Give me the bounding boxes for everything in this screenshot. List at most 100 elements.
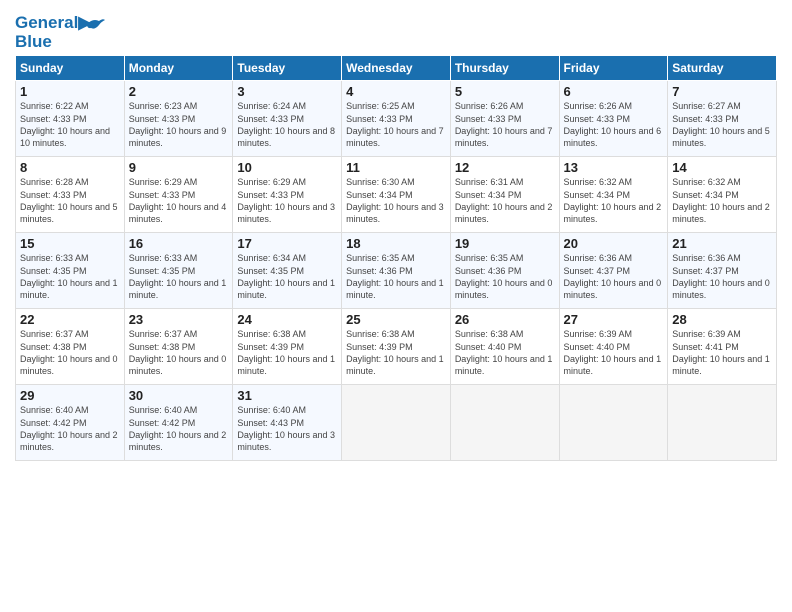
- calendar-cell: 1Sunrise: 6:22 AMSunset: 4:33 PMDaylight…: [16, 81, 125, 157]
- cell-info: Sunrise: 6:33 AMSunset: 4:35 PMDaylight:…: [20, 252, 120, 301]
- cell-info: Sunrise: 6:28 AMSunset: 4:33 PMDaylight:…: [20, 176, 120, 225]
- cell-info: Sunrise: 6:29 AMSunset: 4:33 PMDaylight:…: [129, 176, 229, 225]
- day-number: 26: [455, 312, 555, 327]
- day-number: 21: [672, 236, 772, 251]
- day-header-tuesday: Tuesday: [233, 56, 342, 81]
- day-header-thursday: Thursday: [450, 56, 559, 81]
- calendar-cell: 12Sunrise: 6:31 AMSunset: 4:34 PMDayligh…: [450, 157, 559, 233]
- calendar-cell: 20Sunrise: 6:36 AMSunset: 4:37 PMDayligh…: [559, 233, 668, 309]
- calendar-cell: 17Sunrise: 6:34 AMSunset: 4:35 PMDayligh…: [233, 233, 342, 309]
- cell-info: Sunrise: 6:35 AMSunset: 4:36 PMDaylight:…: [346, 252, 446, 301]
- calendar-cell: 7Sunrise: 6:27 AMSunset: 4:33 PMDaylight…: [668, 81, 777, 157]
- cell-info: Sunrise: 6:38 AMSunset: 4:39 PMDaylight:…: [237, 328, 337, 377]
- day-number: 11: [346, 160, 446, 175]
- calendar-cell: 11Sunrise: 6:30 AMSunset: 4:34 PMDayligh…: [342, 157, 451, 233]
- calendar-cell: 24Sunrise: 6:38 AMSunset: 4:39 PMDayligh…: [233, 309, 342, 385]
- day-number: 15: [20, 236, 120, 251]
- cell-info: Sunrise: 6:30 AMSunset: 4:34 PMDaylight:…: [346, 176, 446, 225]
- cell-info: Sunrise: 6:26 AMSunset: 4:33 PMDaylight:…: [564, 100, 664, 149]
- day-number: 13: [564, 160, 664, 175]
- calendar-cell: 9Sunrise: 6:29 AMSunset: 4:33 PMDaylight…: [124, 157, 233, 233]
- calendar-cell: 6Sunrise: 6:26 AMSunset: 4:33 PMDaylight…: [559, 81, 668, 157]
- day-header-wednesday: Wednesday: [342, 56, 451, 81]
- calendar-cell: 18Sunrise: 6:35 AMSunset: 4:36 PMDayligh…: [342, 233, 451, 309]
- calendar-cell: 19Sunrise: 6:35 AMSunset: 4:36 PMDayligh…: [450, 233, 559, 309]
- cell-info: Sunrise: 6:37 AMSunset: 4:38 PMDaylight:…: [20, 328, 120, 377]
- calendar-cell: 21Sunrise: 6:36 AMSunset: 4:37 PMDayligh…: [668, 233, 777, 309]
- cell-info: Sunrise: 6:40 AMSunset: 4:43 PMDaylight:…: [237, 404, 337, 453]
- cell-info: Sunrise: 6:36 AMSunset: 4:37 PMDaylight:…: [564, 252, 664, 301]
- calendar-cell: 29Sunrise: 6:40 AMSunset: 4:42 PMDayligh…: [16, 385, 125, 461]
- cell-info: Sunrise: 6:31 AMSunset: 4:34 PMDaylight:…: [455, 176, 555, 225]
- calendar-cell: [450, 385, 559, 461]
- calendar-cell: 5Sunrise: 6:26 AMSunset: 4:33 PMDaylight…: [450, 81, 559, 157]
- calendar-cell: [342, 385, 451, 461]
- day-number: 18: [346, 236, 446, 251]
- calendar-cell: 13Sunrise: 6:32 AMSunset: 4:34 PMDayligh…: [559, 157, 668, 233]
- calendar-week-5: 29Sunrise: 6:40 AMSunset: 4:42 PMDayligh…: [16, 385, 777, 461]
- logo-line1: General▶: [15, 14, 105, 33]
- calendar-cell: 27Sunrise: 6:39 AMSunset: 4:40 PMDayligh…: [559, 309, 668, 385]
- day-number: 20: [564, 236, 664, 251]
- cell-info: Sunrise: 6:24 AMSunset: 4:33 PMDaylight:…: [237, 100, 337, 149]
- calendar-cell: 4Sunrise: 6:25 AMSunset: 4:33 PMDaylight…: [342, 81, 451, 157]
- cell-info: Sunrise: 6:34 AMSunset: 4:35 PMDaylight:…: [237, 252, 337, 301]
- day-number: 8: [20, 160, 120, 175]
- calendar-cell: 15Sunrise: 6:33 AMSunset: 4:35 PMDayligh…: [16, 233, 125, 309]
- calendar-cell: 26Sunrise: 6:38 AMSunset: 4:40 PMDayligh…: [450, 309, 559, 385]
- day-number: 3: [237, 84, 337, 99]
- calendar-cell: 30Sunrise: 6:40 AMSunset: 4:42 PMDayligh…: [124, 385, 233, 461]
- cell-info: Sunrise: 6:36 AMSunset: 4:37 PMDaylight:…: [672, 252, 772, 301]
- day-number: 9: [129, 160, 229, 175]
- logo: General▶ Blue: [15, 14, 105, 51]
- day-header-monday: Monday: [124, 56, 233, 81]
- logo-line2: Blue: [15, 33, 105, 52]
- day-header-sunday: Sunday: [16, 56, 125, 81]
- cell-info: Sunrise: 6:38 AMSunset: 4:39 PMDaylight:…: [346, 328, 446, 377]
- calendar-cell: 16Sunrise: 6:33 AMSunset: 4:35 PMDayligh…: [124, 233, 233, 309]
- cell-info: Sunrise: 6:35 AMSunset: 4:36 PMDaylight:…: [455, 252, 555, 301]
- day-number: 25: [346, 312, 446, 327]
- cell-info: Sunrise: 6:22 AMSunset: 4:33 PMDaylight:…: [20, 100, 120, 149]
- calendar-cell: 22Sunrise: 6:37 AMSunset: 4:38 PMDayligh…: [16, 309, 125, 385]
- calendar-cell: 2Sunrise: 6:23 AMSunset: 4:33 PMDaylight…: [124, 81, 233, 157]
- day-number: 17: [237, 236, 337, 251]
- cell-info: Sunrise: 6:32 AMSunset: 4:34 PMDaylight:…: [672, 176, 772, 225]
- day-number: 4: [346, 84, 446, 99]
- day-number: 6: [564, 84, 664, 99]
- cell-info: Sunrise: 6:25 AMSunset: 4:33 PMDaylight:…: [346, 100, 446, 149]
- calendar-cell: 10Sunrise: 6:29 AMSunset: 4:33 PMDayligh…: [233, 157, 342, 233]
- calendar-week-1: 1Sunrise: 6:22 AMSunset: 4:33 PMDaylight…: [16, 81, 777, 157]
- cell-info: Sunrise: 6:26 AMSunset: 4:33 PMDaylight:…: [455, 100, 555, 149]
- day-header-saturday: Saturday: [668, 56, 777, 81]
- day-number: 10: [237, 160, 337, 175]
- calendar-week-2: 8Sunrise: 6:28 AMSunset: 4:33 PMDaylight…: [16, 157, 777, 233]
- cell-info: Sunrise: 6:37 AMSunset: 4:38 PMDaylight:…: [129, 328, 229, 377]
- day-number: 24: [237, 312, 337, 327]
- day-number: 5: [455, 84, 555, 99]
- day-number: 22: [20, 312, 120, 327]
- day-number: 27: [564, 312, 664, 327]
- day-number: 28: [672, 312, 772, 327]
- logo-bird-icon: [85, 16, 105, 32]
- calendar-header-row: SundayMondayTuesdayWednesdayThursdayFrid…: [16, 56, 777, 81]
- day-number: 19: [455, 236, 555, 251]
- calendar-body: 1Sunrise: 6:22 AMSunset: 4:33 PMDaylight…: [16, 81, 777, 461]
- cell-info: Sunrise: 6:40 AMSunset: 4:42 PMDaylight:…: [20, 404, 120, 453]
- day-number: 7: [672, 84, 772, 99]
- calendar-week-3: 15Sunrise: 6:33 AMSunset: 4:35 PMDayligh…: [16, 233, 777, 309]
- calendar-week-4: 22Sunrise: 6:37 AMSunset: 4:38 PMDayligh…: [16, 309, 777, 385]
- day-number: 16: [129, 236, 229, 251]
- cell-info: Sunrise: 6:38 AMSunset: 4:40 PMDaylight:…: [455, 328, 555, 377]
- cell-info: Sunrise: 6:40 AMSunset: 4:42 PMDaylight:…: [129, 404, 229, 453]
- cell-info: Sunrise: 6:39 AMSunset: 4:41 PMDaylight:…: [672, 328, 772, 377]
- day-number: 14: [672, 160, 772, 175]
- day-number: 29: [20, 388, 120, 403]
- day-number: 23: [129, 312, 229, 327]
- cell-info: Sunrise: 6:23 AMSunset: 4:33 PMDaylight:…: [129, 100, 229, 149]
- day-header-friday: Friday: [559, 56, 668, 81]
- page-container: General▶ Blue SundayMondayTuesdayWednesd…: [0, 0, 792, 466]
- calendar-cell: 28Sunrise: 6:39 AMSunset: 4:41 PMDayligh…: [668, 309, 777, 385]
- day-number: 12: [455, 160, 555, 175]
- calendar-cell: [668, 385, 777, 461]
